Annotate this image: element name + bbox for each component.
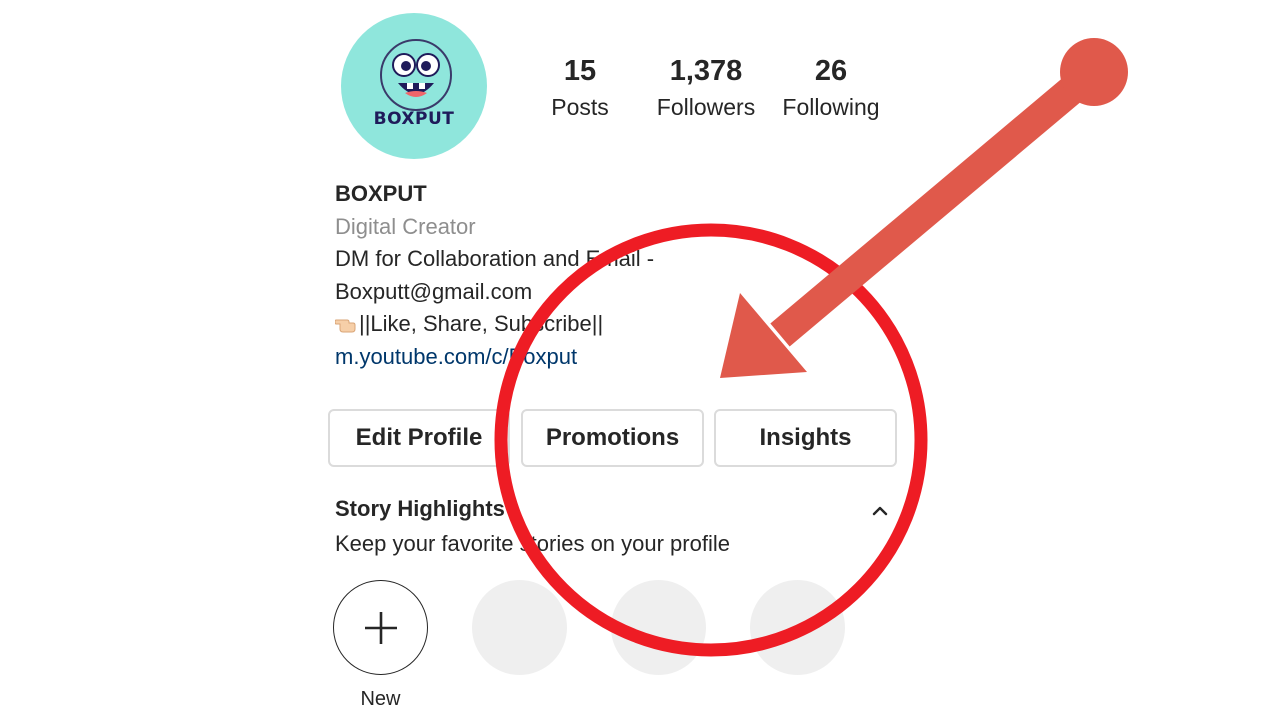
posts-count: 15	[563, 55, 597, 87]
bio-line-3-row: ||Like, Share, Subscribe||	[335, 308, 654, 341]
new-highlight-button[interactable]	[333, 580, 428, 675]
profile-avatar[interactable]: BOXPUT	[341, 13, 487, 159]
highlight-placeholder	[472, 580, 567, 675]
arrow-head-annotation	[720, 293, 807, 378]
bio-line-2: Boxputt@gmail.com	[335, 278, 533, 304]
insights-button[interactable]: Insights	[714, 409, 897, 467]
avatar-brand-text: BOXPUT	[373, 109, 455, 129]
profile-link[interactable]: m.youtube.com/c/Boxput	[335, 341, 654, 374]
new-highlight-label: New	[360, 688, 401, 710]
chevron-up-icon[interactable]	[870, 503, 890, 517]
highlight-placeholder	[750, 580, 845, 675]
posts-label: Posts	[551, 94, 609, 120]
following-label: Following	[782, 94, 880, 120]
arrow-tail-dot-annotation	[1060, 38, 1128, 106]
promotions-button[interactable]: Promotions	[521, 409, 704, 467]
followers-label: Followers	[656, 94, 756, 120]
bio-line-3: ||Like, Share, Subscribe||	[359, 311, 604, 336]
plus-icon	[365, 612, 397, 644]
monster-logo-icon	[380, 39, 452, 111]
following-count: 26	[814, 55, 848, 87]
bio-line-1: DM for Collaboration and Email -	[335, 246, 655, 271]
followers-stat[interactable]: 1,378 Followers	[650, 52, 762, 124]
story-highlights-title: Story Highlights	[335, 496, 505, 521]
following-stat[interactable]: 26 Following	[776, 52, 886, 124]
profile-category: Digital Creator	[335, 213, 476, 239]
posts-stat[interactable]: 15 Posts	[540, 52, 620, 124]
edit-profile-button[interactable]: Edit Profile	[328, 409, 510, 467]
followers-count: 1,378	[669, 55, 743, 87]
profile-bio: BOXPUT Digital Creator DM for Collaborat…	[335, 178, 654, 373]
profile-name: BOXPUT	[335, 181, 427, 206]
pointing-hand-emoji-icon	[335, 319, 356, 333]
highlight-placeholder	[611, 580, 706, 675]
story-highlights-subtitle: Keep your favorite stories on your profi…	[335, 531, 730, 556]
